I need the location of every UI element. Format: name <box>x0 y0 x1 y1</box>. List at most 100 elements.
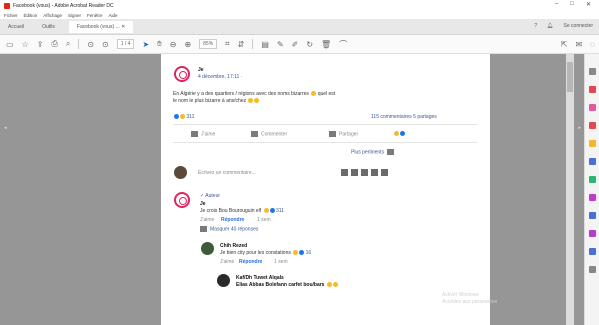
tab-tools[interactable]: Outils <box>38 22 59 32</box>
delete-icon[interactable]: 🗑︎ <box>321 40 331 49</box>
page-number-field[interactable]: 1 / 4 <box>116 39 135 49</box>
comment-icon[interactable] <box>589 140 596 147</box>
fit-page-icon[interactable]: ⌗ <box>225 39 230 49</box>
pen-icon[interactable]: ✎ <box>277 40 284 49</box>
menu-file[interactable]: Fichier <box>4 13 18 18</box>
scrollbar-thumb[interactable] <box>567 62 573 92</box>
reply-text: Elias Abbas Bolefann carfet bou/bars <box>236 282 338 288</box>
comments-shares-count[interactable]: 115 commentaires 5 partages <box>371 114 437 120</box>
send-icon[interactable] <box>589 248 596 255</box>
search-icon[interactable] <box>589 68 596 75</box>
like-reaction-icon <box>269 208 275 214</box>
close-button[interactable]: ✕ <box>586 1 591 8</box>
stamp-icon[interactable]: ↻ <box>306 40 313 49</box>
fill-sign-icon[interactable] <box>589 230 596 237</box>
thumbs-up-icon <box>191 131 198 137</box>
share-icon[interactable]: ⇱ <box>561 40 568 49</box>
comment-reply-link[interactable]: Répondre <box>221 217 244 223</box>
comment-author-avatar[interactable] <box>174 192 190 208</box>
menu-sign[interactable]: Signer <box>68 13 81 18</box>
upload-icon[interactable]: ⇪ <box>37 40 44 49</box>
emoji-picker-icon[interactable] <box>341 169 348 176</box>
comment-like-link[interactable]: J'aime <box>200 217 214 223</box>
sticker-icon[interactable] <box>371 169 378 176</box>
scroll-mode-icon[interactable]: ⇵ <box>238 40 245 49</box>
comment-input-tools <box>341 169 388 176</box>
email-icon[interactable]: ✉︎ <box>576 40 583 49</box>
save-icon[interactable]: ▭ <box>6 40 14 49</box>
comment-author[interactable]: Je <box>200 201 206 207</box>
toolbar-divider <box>78 39 80 49</box>
like-reaction-icon <box>174 114 179 120</box>
write-comment-input[interactable]: Écrivez un commentaire... <box>198 170 256 176</box>
camera-icon[interactable] <box>351 169 358 176</box>
tab-home[interactable]: Accueil <box>4 22 28 32</box>
maximize-button[interactable]: □ <box>570 1 574 7</box>
share-button[interactable]: Partager <box>329 131 358 137</box>
highlight-icon[interactable]: ✐ <box>292 40 299 49</box>
gif-icon[interactable] <box>361 169 368 176</box>
zoom-in-icon[interactable]: ⊕ <box>184 40 191 49</box>
author-avatar[interactable] <box>174 66 190 82</box>
post-date[interactable]: 4 décembre, 17:11 · <box>198 74 242 80</box>
print-icon[interactable]: ⎙ <box>51 39 57 49</box>
left-panel-toggle-icon[interactable]: ◂ <box>4 125 7 131</box>
emoji-icon <box>326 282 332 288</box>
sort-comments-dropdown[interactable]: Plus pertinents <box>351 149 397 155</box>
help-button[interactable]: ? <box>534 23 537 29</box>
like-button[interactable]: J'aime <box>191 131 215 137</box>
comment-text: Je crois Bou Bourouguin elf 311 <box>200 208 284 214</box>
comment-button[interactable]: Commenter <box>251 131 287 137</box>
current-user-avatar <box>174 166 187 179</box>
acrobat-logo-icon <box>4 2 10 9</box>
more-tools-icon[interactable] <box>589 266 596 273</box>
attach-icon[interactable]: ⌒ <box>339 39 347 50</box>
comment-icon[interactable]: ▤ <box>261 40 269 49</box>
reply-author-avatar[interactable] <box>201 242 214 255</box>
bookmark-icon[interactable]: ☆ <box>22 40 29 49</box>
reply-author-avatar[interactable] <box>217 274 230 287</box>
emoji-icon <box>332 282 338 288</box>
zoom-out-icon[interactable]: ⊖ <box>170 40 177 49</box>
menu-edit[interactable]: Édition <box>24 13 38 18</box>
post-text-line1: En Algérie y a des quartiers / régions a… <box>173 91 336 97</box>
compress-icon[interactable] <box>589 194 596 201</box>
emoji-icon <box>248 98 254 104</box>
combine-icon[interactable] <box>589 158 596 165</box>
export-pdf-icon[interactable] <box>589 86 596 93</box>
prev-page-icon[interactable]: ⊙ <box>87 40 94 49</box>
vertical-scrollbar[interactable] <box>566 54 574 325</box>
reaction-picker[interactable] <box>393 131 405 137</box>
emoji-icon <box>254 98 260 104</box>
edit-pdf-icon[interactable] <box>589 104 596 111</box>
sign-in-link[interactable]: Se connecter <box>564 23 593 29</box>
reply-like-link[interactable]: J'aime <box>220 259 234 265</box>
reactions-summary[interactable]: 311 <box>173 114 194 120</box>
like-reaction-icon <box>400 131 405 137</box>
post-text-line2: le nom le plus bizarre à ans/chez <box>173 98 260 104</box>
reply-author[interactable]: Kaf/Dh Tuwet Alqals <box>236 275 284 281</box>
search-icon[interactable]: ⌕ <box>66 39 70 49</box>
create-pdf-icon[interactable] <box>589 122 596 129</box>
more-icon[interactable] <box>381 169 388 176</box>
minimize-button[interactable]: – <box>555 1 558 7</box>
menu-view[interactable]: Affichage <box>43 13 62 18</box>
reply-author[interactable]: Chih Rezed <box>220 243 247 249</box>
menu-help[interactable]: Aide <box>109 13 118 18</box>
right-panel-toggle-icon[interactable]: ▸ <box>578 125 581 131</box>
more-icon[interactable]: ◌ <box>590 40 595 49</box>
tab-document[interactable]: Facebook (vous) ... ✕ <box>68 20 134 33</box>
select-cursor-icon[interactable]: ➤ <box>142 40 149 49</box>
hide-replies-link[interactable]: Masquer 40 réponses <box>200 226 258 232</box>
emoji-icon <box>263 208 269 214</box>
menu-window[interactable]: Fenêtre <box>87 13 103 18</box>
bell-icon[interactable]: 🔔︎ <box>547 23 553 29</box>
next-page-icon[interactable]: ⊙ <box>102 40 109 49</box>
hand-tool-icon[interactable]: ✋︎ <box>157 39 162 49</box>
post-author[interactable]: Je <box>198 67 204 73</box>
zoom-select[interactable]: 85% <box>199 39 218 49</box>
protect-icon[interactable] <box>589 212 596 219</box>
organize-icon[interactable] <box>589 176 596 183</box>
share-arrow-icon <box>329 131 336 137</box>
reply-reply-link[interactable]: Répondre <box>239 259 262 265</box>
